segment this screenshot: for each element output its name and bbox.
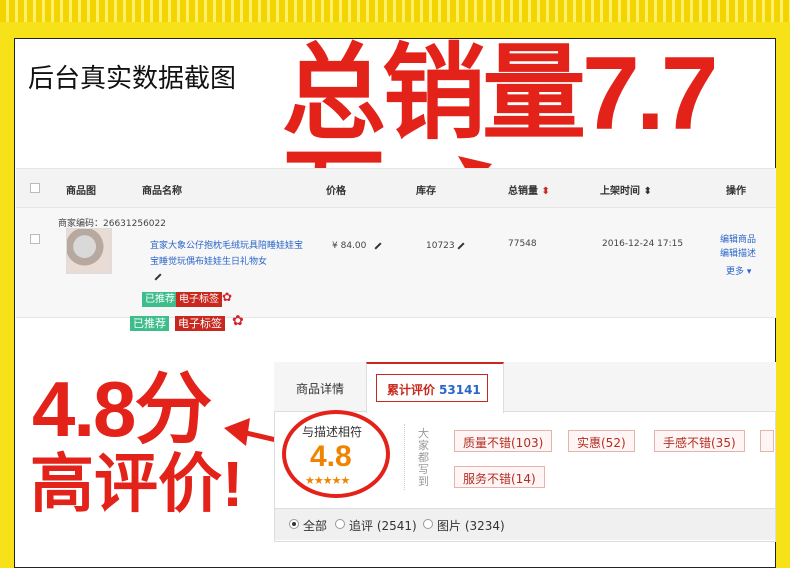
- ribbon-icon: ✿: [232, 313, 244, 329]
- edit-product-link[interactable]: 编辑商品: [720, 232, 756, 245]
- edit-stock-pencil-icon[interactable]: [457, 242, 465, 250]
- filter-all-label[interactable]: 全部: [303, 517, 327, 534]
- review-tag-chip-clipped[interactable]: [760, 430, 774, 452]
- review-tag-chip[interactable]: 手感不错(35): [654, 430, 745, 452]
- tab-strip: [274, 362, 776, 412]
- tab-reviews-label: 累计评价: [387, 383, 436, 397]
- column-header-price: 价格: [326, 186, 346, 197]
- more-actions-link[interactable]: 更多 ▾: [726, 264, 751, 277]
- edit-price-pencil-icon[interactable]: [374, 242, 382, 250]
- column-header-image: 商品图: [66, 186, 96, 197]
- table-row: 商家编码：26631256022 宜家大象公仔抱枕毛绒玩具陪睡娃娃宝宝睡觉玩偶布…: [16, 208, 776, 318]
- select-all-checkbox[interactable]: [30, 183, 40, 193]
- ribbon-icon: ✿: [222, 290, 233, 304]
- recommended-tag: 已推荐: [142, 292, 178, 307]
- product-stock: 10723: [426, 241, 455, 251]
- tab-cumulative-reviews[interactable]: 累计评价 53141: [376, 374, 488, 402]
- sort-arrow-icon: ⬍: [541, 186, 550, 197]
- column-header-stock: 库存: [416, 186, 436, 197]
- filter-images-radio[interactable]: [423, 519, 433, 529]
- edit-name-pencil-icon[interactable]: [154, 273, 162, 281]
- highlight-circle: [282, 410, 390, 498]
- review-tag-chip[interactable]: 质量不错(103): [454, 430, 553, 452]
- score-headline: 4.8分: [32, 365, 212, 453]
- column-header-listed[interactable]: 上架时间 ⬍: [600, 182, 652, 197]
- filter-all-radio[interactable]: [289, 519, 299, 529]
- praise-headline: 高评价!: [30, 448, 244, 520]
- review-tag-chip[interactable]: 服务不错(14): [454, 466, 545, 488]
- filter-images-label[interactable]: 图片 (3234): [437, 517, 505, 534]
- column-header-sales[interactable]: 总销量 ⬍: [508, 182, 550, 197]
- column-header-sales-label: 总销量: [508, 186, 538, 197]
- product-price: ¥ 84.00: [332, 241, 367, 251]
- product-sales: 77548: [508, 239, 537, 249]
- column-header-listed-label: 上架时间: [600, 186, 640, 197]
- sort-arrow-icon: ⬍: [643, 186, 652, 197]
- column-header-name: 商品名称: [142, 186, 182, 197]
- edit-description-link[interactable]: 编辑描述: [720, 246, 756, 259]
- tab-product-details[interactable]: 商品详情: [296, 380, 344, 397]
- recommended-tag: 已推荐: [130, 316, 169, 331]
- screenshot-caption: 后台真实数据截图: [28, 64, 237, 94]
- e-label-tag: 电子标签: [175, 316, 225, 331]
- decorative-dashed-border: [0, 0, 790, 22]
- product-table-header: 商品图 商品名称 价格 库存 总销量 ⬍ 上架时间 ⬍ 操作: [16, 168, 776, 208]
- review-tag-chip[interactable]: 实惠(52): [568, 430, 635, 452]
- column-header-actions: 操作: [726, 186, 746, 197]
- divider: [404, 424, 405, 490]
- product-name-link[interactable]: 宜家大象公仔抱枕毛绒玩具陪睡娃娃宝宝睡觉玩偶布娃娃生日礼物女: [150, 238, 310, 270]
- row-checkbox[interactable]: [30, 234, 40, 244]
- everyone-mentions-label: 大家都写到: [418, 427, 429, 488]
- review-filter-bar: 全部 追评 (2541) 图片 (3234): [275, 508, 775, 540]
- e-label-tag: 电子标签: [176, 292, 222, 307]
- review-count: 53141: [439, 383, 481, 397]
- filter-followup-label[interactable]: 追评 (2541): [349, 517, 417, 534]
- product-thumbnail[interactable]: [66, 228, 112, 274]
- product-listed-time: 2016-12-24 17:15: [602, 239, 684, 249]
- filter-followup-radio[interactable]: [335, 519, 345, 529]
